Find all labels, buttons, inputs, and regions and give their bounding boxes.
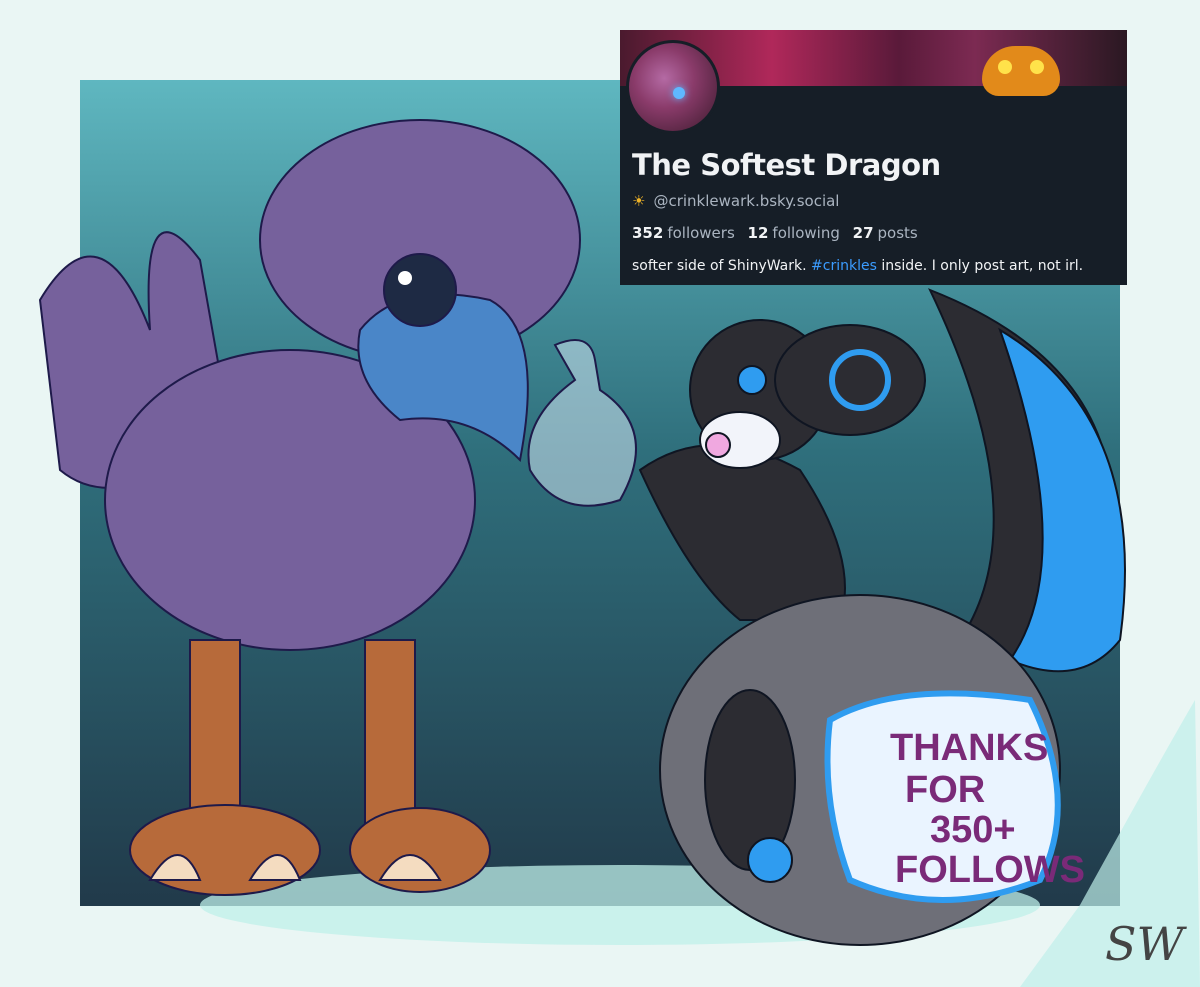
followers-stat[interactable]: 352 followers (632, 224, 735, 242)
pumpkin-icon (982, 46, 1060, 96)
bird-character (38, 119, 581, 896)
dragon-eye (737, 365, 767, 395)
diaper-text-line-4: FOLLOWS (895, 849, 1085, 891)
profile-card[interactable]: The Softest Dragon ☀ @crinklewark.bsky.so… (620, 30, 1127, 285)
dragon-foot-paw (747, 837, 793, 883)
display-name: The Softest Dragon (632, 148, 941, 182)
avatar[interactable] (626, 40, 720, 134)
posts-stat: 27 posts (852, 224, 918, 242)
dragon-ear (774, 324, 926, 436)
bird-eye (383, 253, 457, 327)
dragon-character (638, 288, 1126, 946)
dragon-torso (638, 444, 846, 621)
artist-signature: SW (1105, 917, 1188, 971)
diaper-text-line-1: THANKS (890, 727, 1048, 769)
pacifier (705, 432, 731, 458)
diaper-text-line-3: 350+ (930, 809, 1016, 851)
bio: softer side of ShinyWark. #crinkles insi… (632, 258, 1084, 274)
hashtag-link[interactable]: #crinkles (811, 258, 877, 274)
handle-row: ☀ @crinklewark.bsky.social (632, 192, 839, 210)
diaper-text-line-2: FOR (905, 769, 985, 811)
bird-foot-left (129, 804, 321, 896)
handle[interactable]: @crinklewark.bsky.social (653, 192, 839, 210)
sun-icon: ☀ (632, 192, 646, 210)
bottle (527, 339, 637, 507)
following-stat[interactable]: 12 following (748, 224, 840, 242)
stats-row: 352 followers 12 following 27 posts (632, 224, 926, 242)
